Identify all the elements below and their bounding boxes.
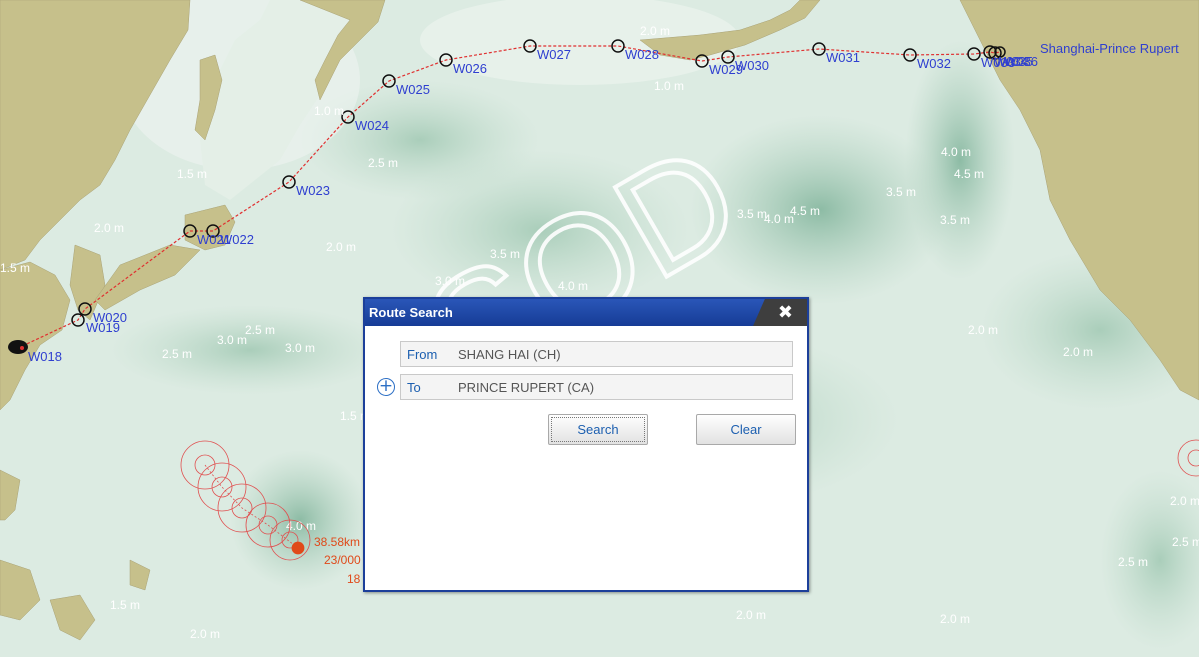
waypoint-label-w032: W032 [917,56,951,71]
from-value[interactable]: SHANG HAI (CH) [458,347,561,362]
storm-extra: 18 [347,572,361,586]
svg-text:2.0 m: 2.0 m [640,24,670,38]
clear-button[interactable]: Clear [696,414,796,445]
svg-text:1.5 m: 1.5 m [0,261,30,275]
waypoint-label-w028: W028 [625,47,659,62]
svg-text:2.0 m: 2.0 m [190,627,220,641]
svg-text:4.5 m: 4.5 m [790,204,820,218]
svg-text:3.5 m: 3.5 m [940,213,970,227]
to-label: To [407,380,421,395]
svg-text:2.5 m: 2.5 m [368,156,398,170]
waypoint-label-w025: W025 [396,82,430,97]
svg-text:2.0 m: 2.0 m [94,221,124,235]
svg-text:1.0 m: 1.0 m [654,79,684,93]
svg-text:2.0 m: 2.0 m [1063,345,1093,359]
plus-circle-icon[interactable]: + [377,378,395,396]
svg-text:2.0 m: 2.0 m [736,608,766,622]
svg-text:2.5 m: 2.5 m [245,323,275,337]
from-label: From [407,347,438,362]
svg-text:4.5 m: 4.5 m [954,167,984,181]
svg-text:2.0 m: 2.0 m [940,612,970,626]
waypoint-label-w036: W036 [1004,54,1038,69]
svg-text:2.5 m: 2.5 m [162,347,192,361]
to-field[interactable]: To PRINCE RUPERT (CA) [400,374,793,400]
svg-text:1.5 m: 1.5 m [110,598,140,612]
svg-text:4.0 m: 4.0 m [764,212,794,226]
dialog-header[interactable]: Route Search ✖ [365,299,807,326]
dialog-title: Route Search [369,305,453,320]
storm-distance: 38.58km [314,535,360,549]
svg-text:2.5 m: 2.5 m [1118,555,1148,569]
route-search-dialog: Route Search ✖ From SHANG HAI (CH) + To … [363,297,809,592]
svg-text:3.5 m: 3.5 m [886,185,916,199]
waypoint-label-w023: W023 [296,183,330,198]
svg-text:4.0 m: 4.0 m [941,145,971,159]
waypoint-label-w022: W022 [220,232,254,247]
search-button[interactable]: Search [548,414,648,445]
waypoint-label-w030: W030 [735,58,769,73]
svg-text:2.0 m: 2.0 m [1170,494,1199,508]
svg-text:3.0 m: 3.0 m [285,341,315,355]
svg-text:1.0 m: 1.0 m [314,104,344,118]
close-icon[interactable]: ✖ [778,302,793,323]
waypoint-label-w027: W027 [537,47,571,62]
route-start-label: W018 [28,349,62,364]
to-value[interactable]: PRINCE RUPERT (CA) [458,380,594,395]
waypoint-label-w024: W024 [355,118,389,133]
storm-time: 23/000 [324,553,361,567]
waypoint-label-w026: W026 [453,61,487,76]
close-button[interactable]: ✖ [753,299,807,326]
route-title-label: Shanghai-Prince Rupert [1040,41,1179,56]
svg-text:3.0 m: 3.0 m [217,333,247,347]
svg-text:2.5 m: 2.5 m [1172,535,1199,549]
waypoint-label-w020: W020 [93,310,127,325]
svg-text:4.0 m: 4.0 m [286,519,316,533]
from-field[interactable]: From SHANG HAI (CH) [400,341,793,367]
svg-text:2.0 m: 2.0 m [968,323,998,337]
svg-text:1.5 m: 1.5 m [177,167,207,181]
svg-text:2.0 m: 2.0 m [326,240,356,254]
waypoint-label-w031: W031 [826,50,860,65]
